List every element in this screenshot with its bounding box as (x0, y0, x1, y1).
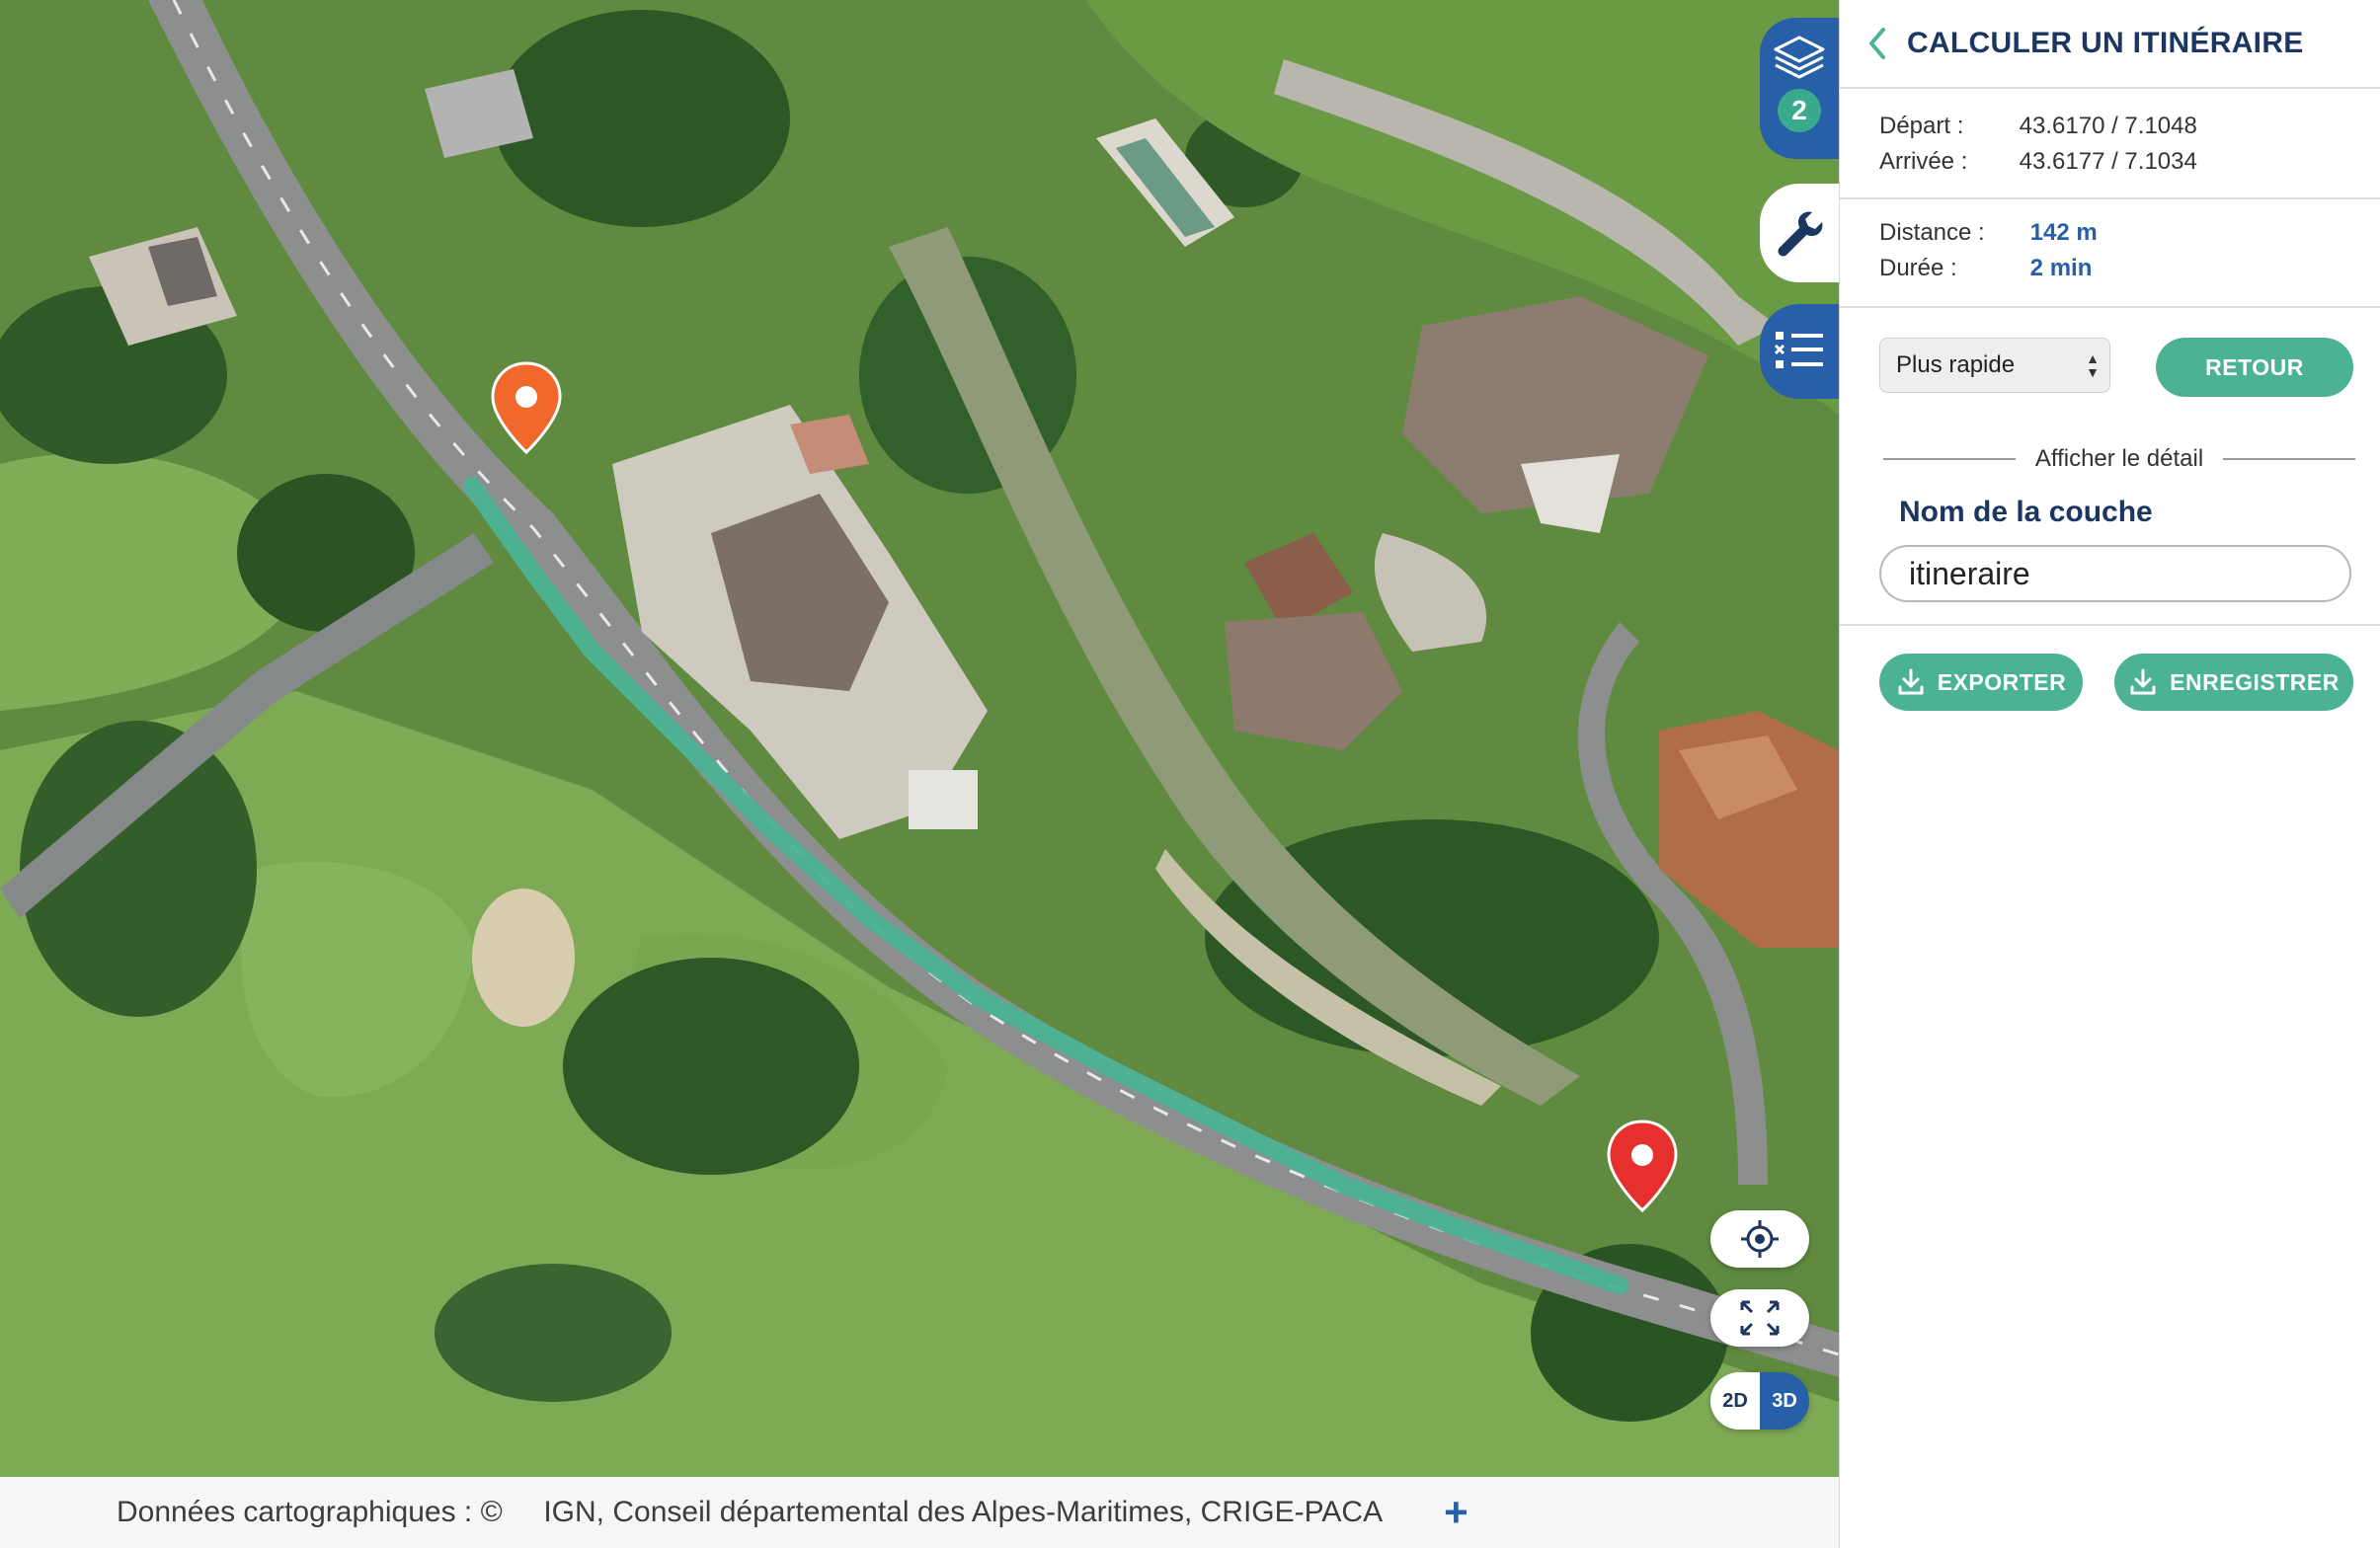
panel-title: CALCULER UN ITINÉRAIRE (1907, 27, 2304, 59)
attribution-bar: Données cartographiques : © IGN, Conseil… (0, 1477, 1839, 1548)
distance-value: 142 m (2029, 219, 2098, 246)
map-view[interactable]: 2 2D 3D (0, 0, 1839, 1477)
divider (2223, 458, 2356, 460)
route-mode-value: Plus rapide (1896, 351, 2016, 378)
select-arrows-icon: ▲ ▼ (2086, 350, 2100, 380)
departure-value: 43.6170 / 7.1048 (2019, 113, 2197, 139)
duration-row: Durée : 2 min (1879, 255, 2092, 282)
detail-label[interactable]: Afficher le détail (2016, 445, 2223, 473)
export-label: EXPORTER (1937, 668, 2067, 695)
legend-tab[interactable] (1760, 304, 1839, 399)
layer-name-label: Nom de la couche (1899, 496, 2153, 528)
duration-label: Durée : (1879, 255, 1957, 281)
arrival-label: Arrivée : (1879, 148, 1968, 175)
arrival-value: 43.6177 / 7.1034 (2019, 148, 2197, 175)
save-button[interactable]: ENREGISTRER (2114, 654, 2353, 711)
start-marker-icon[interactable] (490, 361, 563, 454)
duration-value: 2 min (2029, 255, 2093, 281)
fullscreen-button[interactable] (1710, 1289, 1809, 1347)
end-marker-icon[interactable] (1606, 1120, 1679, 1212)
aerial-imagery (0, 0, 1839, 1477)
departure-row: Départ : 43.6170 / 7.1048 (1879, 113, 2197, 140)
crosshair-icon (1741, 1220, 1779, 1258)
departure-label: Départ : (1879, 113, 1964, 139)
layers-count-badge: 2 (1778, 89, 1821, 132)
expand-arrows-icon (1740, 1300, 1780, 1336)
chevron-left-icon (1869, 28, 1885, 59)
coordinates-section: Départ : 43.6170 / 7.1048 Arrivée : 43.6… (1840, 89, 2380, 199)
save-label: ENREGISTRER (2170, 668, 2340, 695)
wrench-icon (1778, 211, 1823, 257)
locate-button[interactable] (1710, 1210, 1809, 1268)
layer-name-input[interactable] (1879, 545, 2351, 602)
panel-header: CALCULER UN ITINÉRAIRE (1840, 0, 2380, 89)
summary-section: Distance : 142 m Durée : 2 min (1840, 199, 2380, 308)
export-button[interactable]: EXPORTER (1879, 654, 2083, 711)
route-panel: CALCULER UN ITINÉRAIRE Départ : 43.6170 … (1839, 0, 2380, 1548)
legend-list-icon (1774, 332, 1823, 368)
attribution-text: Données cartographiques : © IGN, Conseil… (117, 1496, 1384, 1528)
tools-tab[interactable] (1760, 184, 1839, 282)
back-button[interactable] (1862, 24, 1891, 63)
distance-row: Distance : 142 m (1879, 219, 2098, 247)
download-icon (1898, 668, 1924, 695)
layers-tab[interactable]: 2 (1760, 18, 1839, 159)
layers-stack-icon (1774, 36, 1825, 79)
arrival-row: Arrivée : 43.6177 / 7.1034 (1879, 148, 2197, 176)
retour-button[interactable]: RETOUR (2156, 338, 2353, 397)
download-icon (2130, 668, 2156, 695)
detail-toggle[interactable]: Afficher le détail (1883, 444, 2356, 474)
distance-label: Distance : (1879, 219, 1985, 246)
route-mode-select[interactable]: Plus rapide ▲ ▼ (1879, 338, 2110, 393)
options-section: Plus rapide ▲ ▼ RETOUR Afficher le détail… (1840, 308, 2380, 626)
divider (1883, 458, 2016, 460)
dimension-2d-option[interactable]: 2D (1710, 1372, 1760, 1430)
dimension-toggle[interactable]: 2D 3D (1710, 1372, 1809, 1430)
attribution-expand-button[interactable]: + (1444, 1489, 1468, 1536)
